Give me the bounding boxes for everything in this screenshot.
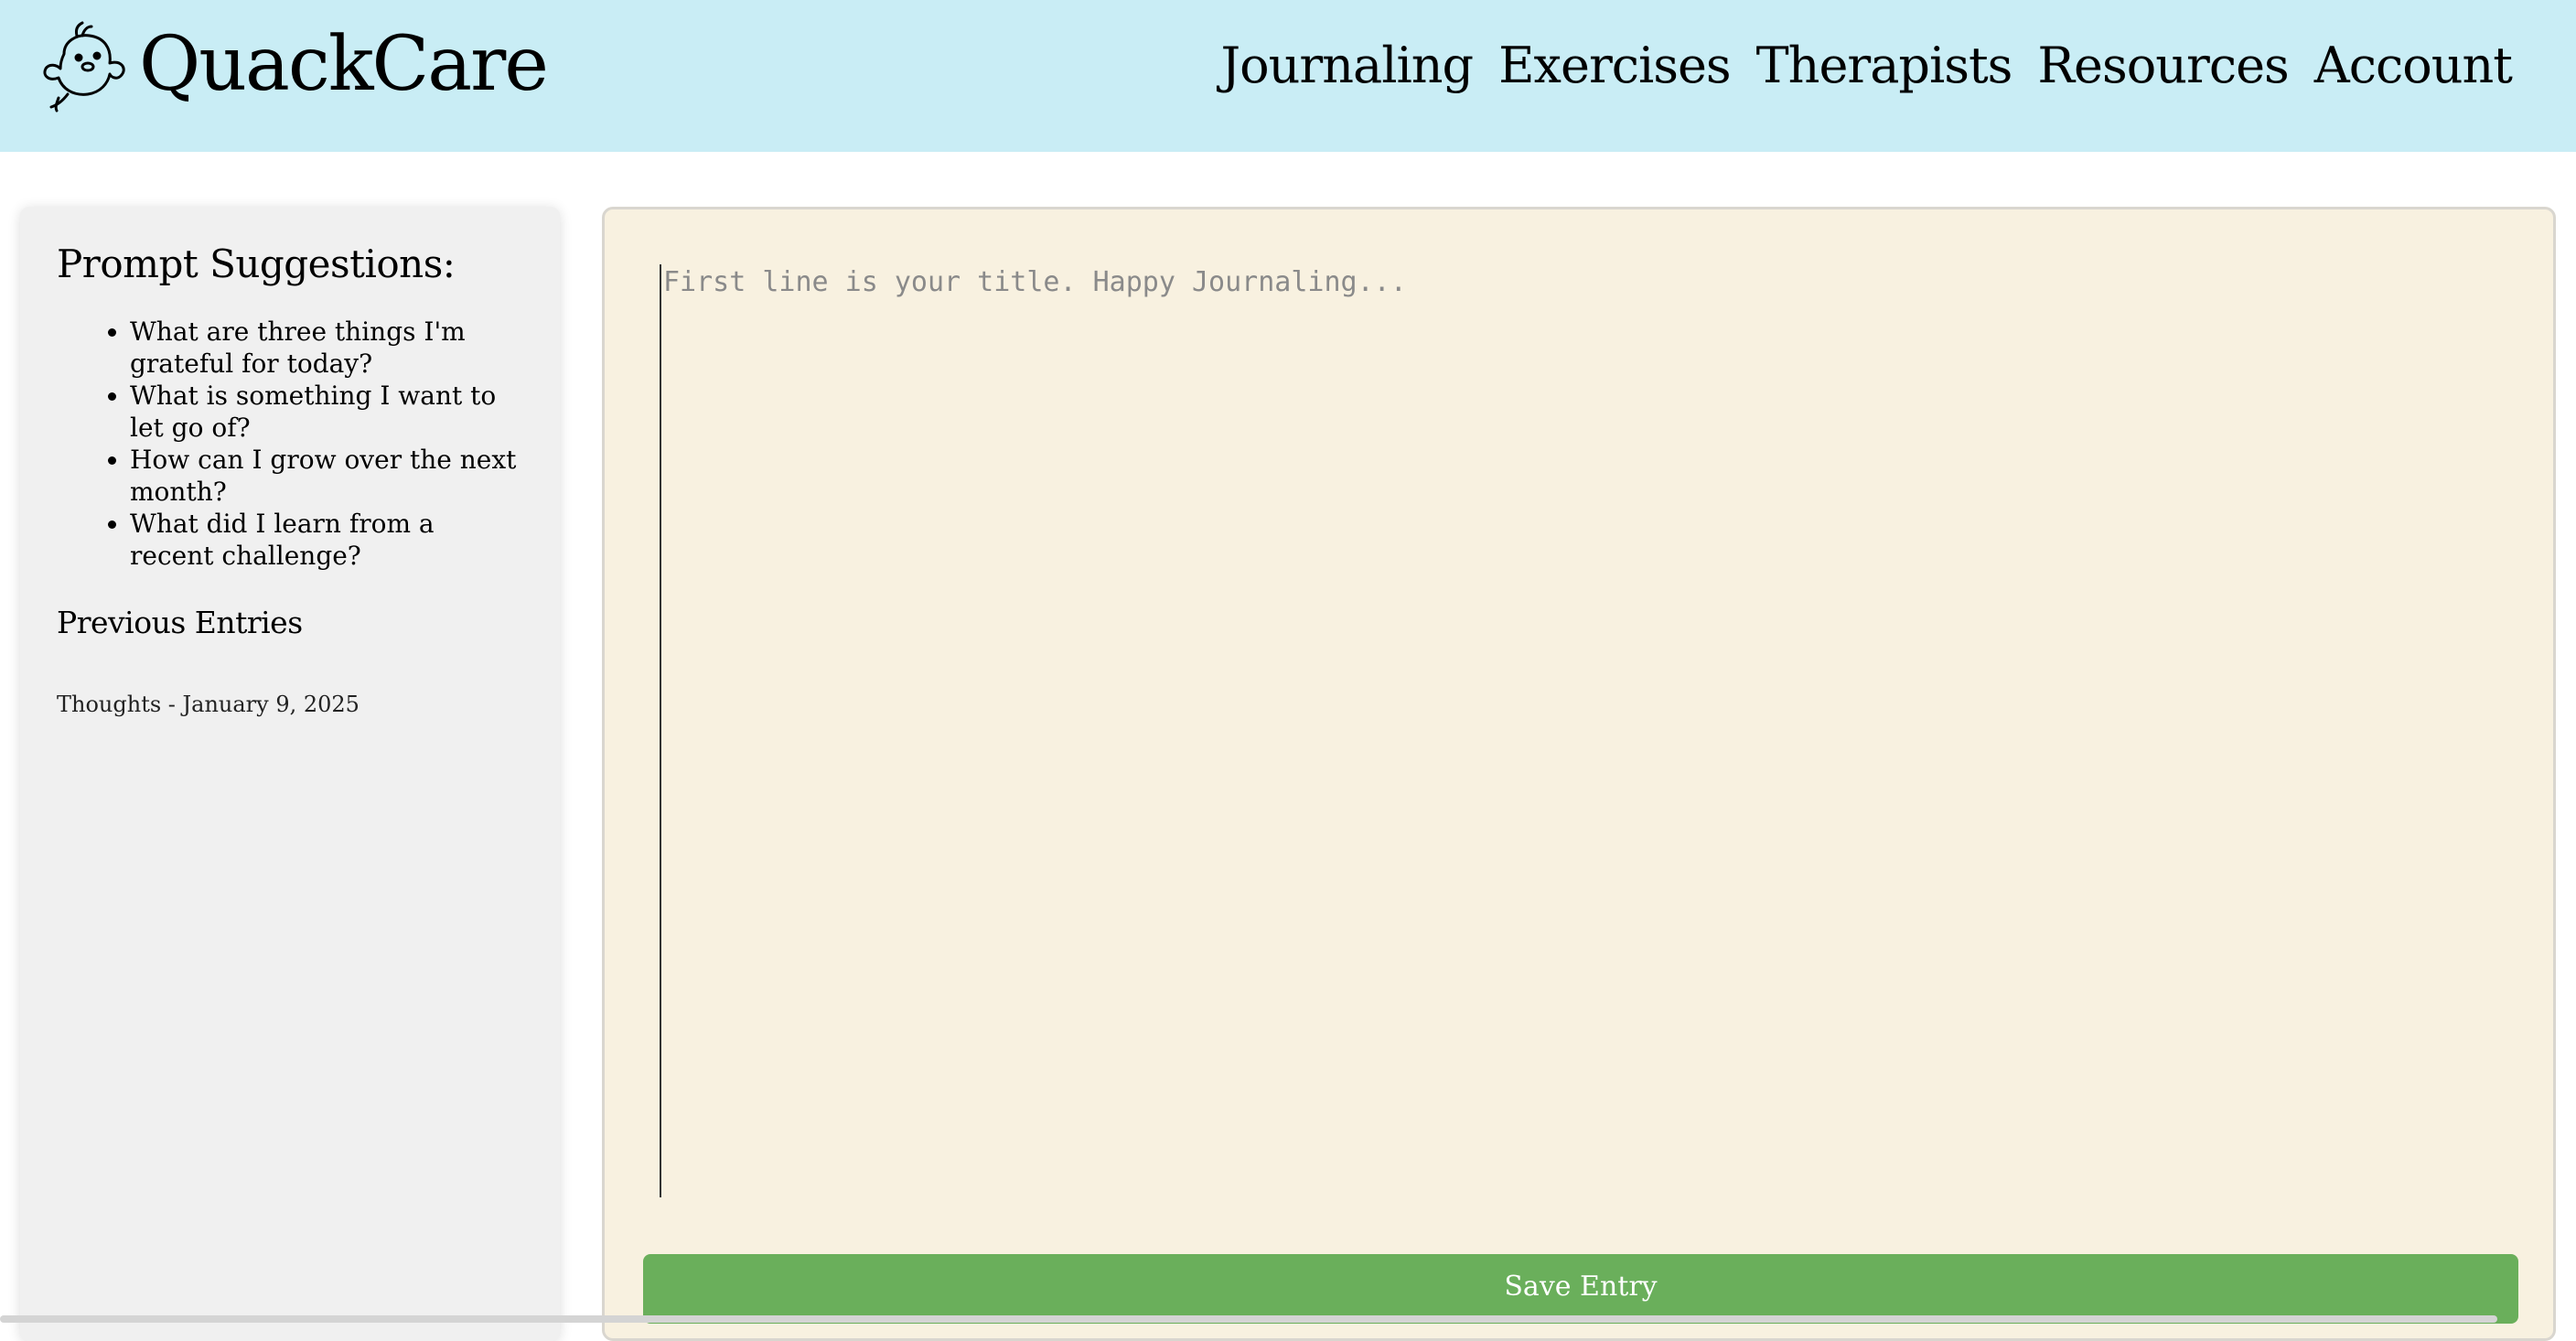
nav-journaling[interactable]: Journaling <box>1221 33 1475 99</box>
previous-entry-link[interactable]: Thoughts - January 9, 2025 <box>57 692 523 717</box>
brand-home-link[interactable]: QuackCare <box>37 16 549 113</box>
journal-entry-textarea[interactable] <box>660 264 2489 1197</box>
prompt-item[interactable]: What did I learn from a recent challenge… <box>130 508 523 572</box>
journal-editor-panel: Save Entry <box>602 207 2556 1341</box>
nav-exercises[interactable]: Exercises <box>1498 33 1732 99</box>
top-header: QuackCare Journaling Exercises Therapist… <box>0 0 2576 152</box>
prompt-item[interactable]: What are three things I'm grateful for t… <box>130 316 523 380</box>
prompt-item[interactable]: How can I grow over the next month? <box>130 444 523 508</box>
brand-name: QuackCare <box>139 21 549 108</box>
nav-resources[interactable]: Resources <box>2037 33 2289 99</box>
save-entry-button[interactable]: Save Entry <box>643 1254 2518 1324</box>
main-nav: Journaling Exercises Therapists Resource… <box>1221 33 2514 99</box>
prompt-suggestions-list: What are three things I'm grateful for t… <box>57 316 523 572</box>
prompt-item[interactable]: What is something I want to let go of? <box>130 380 523 444</box>
nav-account[interactable]: Account <box>2314 33 2513 99</box>
duck-logo-icon <box>43 21 125 113</box>
horizontal-scrollbar[interactable] <box>0 1315 2497 1323</box>
prompt-suggestions-heading: Prompt Suggestions: <box>57 241 456 286</box>
previous-entries-heading: Previous Entries <box>57 605 303 640</box>
journal-sidebar: Prompt Suggestions: What are three thing… <box>20 207 560 1341</box>
nav-therapists[interactable]: Therapists <box>1756 33 2013 99</box>
